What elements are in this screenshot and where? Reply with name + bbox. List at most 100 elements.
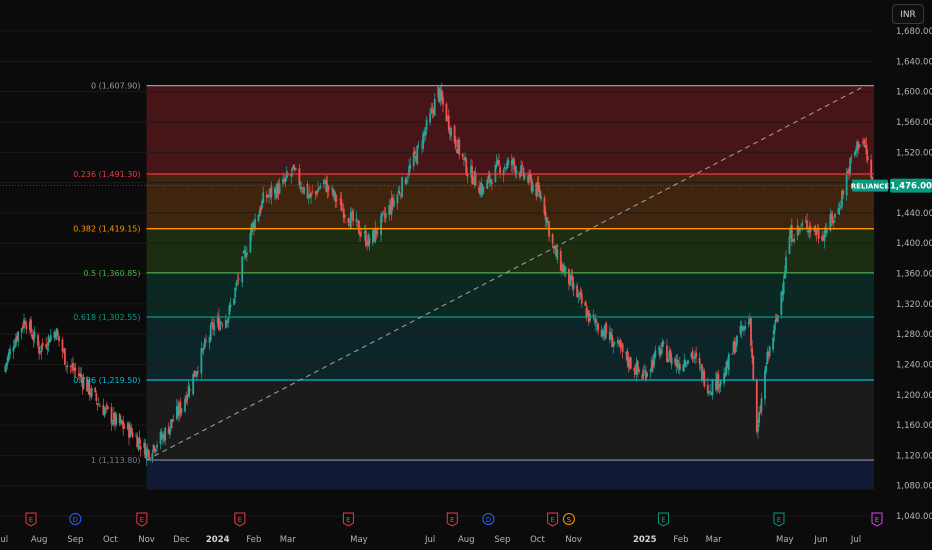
event-markers[interactable]: EDEEEEDESEEE: [25, 512, 883, 527]
candle-body: [678, 363, 681, 371]
candle-body: [670, 357, 673, 365]
candle-body: [505, 168, 507, 169]
candle-body: [398, 192, 401, 194]
fib-zone-0: [146, 85, 874, 174]
candle-body: [768, 346, 771, 357]
event-marker-e[interactable]: E: [871, 512, 883, 527]
candle-body: [815, 232, 818, 236]
candle-body: [621, 343, 624, 353]
candle-body: [20, 328, 23, 333]
event-marker-d[interactable]: D: [482, 513, 495, 525]
candle-body: [365, 230, 367, 246]
candle-body: [724, 374, 727, 377]
candle-body: [380, 215, 382, 236]
time-tick-label: May: [350, 535, 368, 545]
candle-body: [755, 379, 758, 432]
price-tick-label: 1,640.00: [896, 57, 932, 67]
candle-body: [429, 113, 431, 123]
candle-body: [454, 139, 457, 148]
event-marker-e[interactable]: E: [657, 512, 669, 527]
candle-body: [529, 174, 532, 179]
candle-body: [801, 223, 804, 225]
candle-body: [40, 345, 43, 353]
candle-body: [662, 341, 665, 344]
candle-body: [254, 218, 256, 229]
candle-body: [241, 256, 244, 283]
candle-body: [237, 278, 240, 280]
candle-body: [731, 353, 734, 355]
time-tick-label: Feb: [246, 535, 261, 545]
candle-body: [709, 391, 712, 392]
time-tick-label: Aug: [458, 535, 475, 545]
price-tick-label: 1,320.00: [896, 300, 932, 310]
candle-body: [358, 220, 360, 234]
candle-body: [531, 185, 534, 192]
candle-body: [360, 234, 363, 236]
price-tick-label: 1,560.00: [896, 118, 932, 128]
candle-body: [63, 348, 66, 365]
candle-body: [164, 427, 167, 440]
candle-body: [698, 358, 701, 365]
candle-body: [796, 225, 799, 237]
candle-body: [450, 128, 452, 137]
time-axis[interactable]: Jul Aug Sep Oct Nov Dec 2024 Feb Mar May Jul Aug Sep…: [0, 535, 861, 545]
price-tick-label: 1,360.00: [896, 270, 932, 280]
candle-body: [759, 411, 762, 413]
candle-body: [858, 144, 861, 148]
event-marker-e[interactable]: E: [547, 512, 559, 527]
candle-body: [103, 409, 106, 417]
event-marker-s[interactable]: S: [562, 513, 575, 525]
candle-body: [347, 218, 350, 224]
candle-body: [200, 348, 203, 374]
event-marker-e[interactable]: E: [342, 512, 354, 527]
candle-body: [30, 319, 32, 333]
candle-body: [711, 380, 714, 396]
candle-body: [691, 351, 694, 359]
candle-body: [12, 347, 15, 352]
time-tick-label: Oct: [103, 535, 118, 545]
candle-body: [58, 335, 60, 341]
candle-body: [319, 186, 322, 189]
price-tick-label: 1,440.00: [896, 209, 932, 219]
event-marker-e[interactable]: E: [136, 512, 148, 527]
candle-body: [551, 234, 554, 244]
candle-body: [220, 322, 223, 324]
candle-body: [24, 321, 27, 326]
candle-body: [825, 230, 828, 234]
event-letter: E: [777, 516, 781, 524]
candle-body: [850, 157, 853, 159]
candle-body: [605, 323, 608, 334]
candle-body: [584, 302, 587, 306]
price-tick-label: 1,680.00: [896, 27, 932, 37]
price-chart[interactable]: 0 (1,607.90) 0.236 (1,491.30) 0.382 (1,419…: [0, 0, 932, 550]
price-axis[interactable]: 1,040.00 1,080.00 1,120.00 1,160.00 1,200.00…: [896, 27, 932, 522]
candle-body: [523, 174, 526, 179]
event-letter: E: [450, 516, 454, 524]
candle-body: [46, 347, 49, 350]
chart-area[interactable]: 0 (1,607.90) 0.236 (1,491.30) 0.382 (1,419…: [0, 0, 932, 550]
candle-body: [486, 179, 489, 189]
candle-body: [695, 352, 698, 358]
candle-body: [834, 213, 836, 218]
event-marker-d[interactable]: D: [69, 513, 82, 525]
event-marker-e[interactable]: E: [446, 512, 458, 527]
candle-body: [870, 159, 873, 178]
candle-body: [322, 180, 325, 185]
candle-body: [97, 404, 100, 406]
event-marker-e[interactable]: E: [234, 512, 246, 527]
candle-body: [382, 211, 385, 213]
currency-button[interactable]: INR: [892, 4, 924, 24]
candle-body: [294, 168, 297, 170]
candle-body: [401, 177, 403, 197]
candle-body: [409, 164, 412, 169]
candle-body: [245, 252, 248, 256]
event-marker-e[interactable]: E: [25, 512, 37, 527]
candle-body: [832, 220, 835, 224]
candle-body: [685, 365, 688, 367]
candle-body: [229, 304, 232, 308]
time-tick-label: Jul: [424, 535, 435, 545]
event-marker-e[interactable]: E: [773, 512, 785, 527]
candle-body: [760, 398, 763, 412]
candle-body: [776, 315, 779, 322]
candle-body: [105, 404, 108, 406]
